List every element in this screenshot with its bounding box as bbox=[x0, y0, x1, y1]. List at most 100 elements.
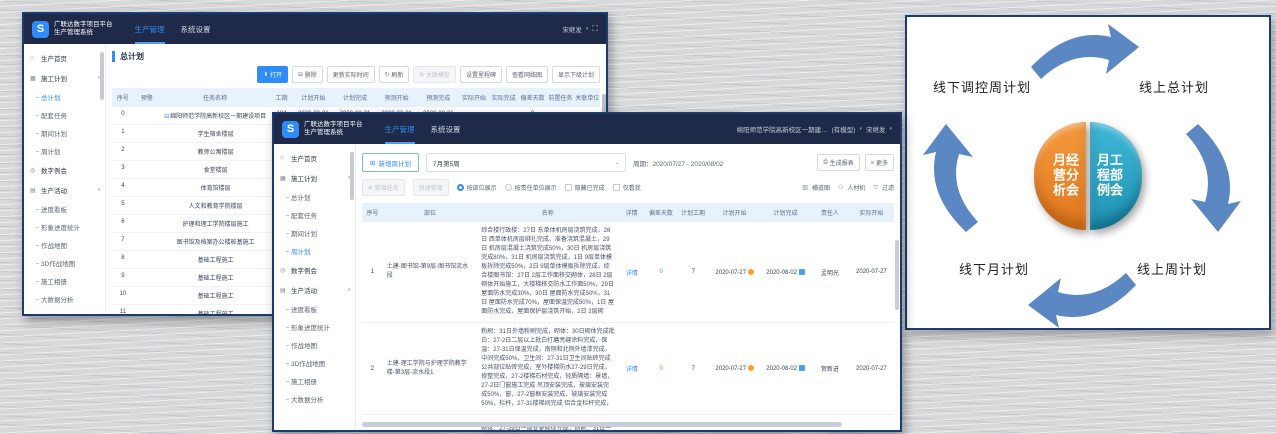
nav-production-tab[interactable]: 生产管理 bbox=[135, 14, 165, 44]
more-button[interactable]: ≡ 更多 bbox=[865, 154, 894, 171]
fullscreen-icon[interactable]: ⛶ bbox=[592, 24, 598, 34]
radio-by-part[interactable]: 按部位展示 bbox=[457, 183, 497, 192]
sidebar-item[interactable]: 总计划 bbox=[274, 188, 355, 206]
plus-icon: ⊕ bbox=[368, 185, 373, 191]
header-user-area: 宋继发 ▾ ⛶ bbox=[562, 24, 598, 34]
sidebar-item[interactable]: ▤ 生产活动 ∧ bbox=[24, 180, 105, 200]
cell-owner: 孟明光 bbox=[811, 264, 849, 281]
sidebar-item[interactable]: 期间计划 bbox=[24, 124, 105, 142]
sidebar-item[interactable]: 3D作战地图 bbox=[24, 254, 105, 272]
sidebar-item[interactable]: 3D作战地图 bbox=[274, 354, 355, 372]
cycle-arrow-right-icon bbox=[1025, 21, 1145, 83]
sidebar-item[interactable]: ▤ 生产活动 ∧ bbox=[274, 280, 355, 300]
expand-icon[interactable]: ⊟ bbox=[164, 114, 169, 120]
generate-report-button[interactable]: ⎙ 生成报表 bbox=[817, 154, 859, 171]
clock-icon bbox=[748, 269, 754, 275]
toolbar-button[interactable]: ↻ 刷新 bbox=[379, 66, 410, 83]
sidebar-item-label: 生产首页 bbox=[41, 53, 67, 63]
radio-by-unit[interactable]: 按责任单位展示 bbox=[505, 183, 557, 192]
sidebar-item-label: 施工计划 bbox=[291, 173, 317, 183]
filter-button[interactable]: ▽过滤 bbox=[873, 183, 894, 192]
sidebar-item[interactable]: 进度看板 bbox=[274, 300, 355, 318]
nav-settings-tab[interactable]: 系统设置 bbox=[431, 114, 461, 144]
toolbar-button[interactable]: 查看网络图 bbox=[506, 66, 548, 83]
app-title: 广联达数字项目平台 生产管理系统 bbox=[304, 121, 363, 137]
sidebar-item[interactable]: 大数据分析 bbox=[24, 290, 105, 308]
sidebar-item[interactable]: ◎ 数字例会 bbox=[24, 160, 105, 180]
gantt-view-button[interactable]: ▥横道图 bbox=[802, 183, 830, 192]
nav-production-tab[interactable]: 生产管理 bbox=[385, 114, 415, 144]
checkbox-icon bbox=[613, 184, 620, 191]
cell-warning bbox=[134, 305, 160, 314]
pie-monthly-engineering-meeting: 月工 程部 例会 bbox=[1090, 122, 1142, 230]
cell-task-description: 综合楼行政楼：27日 东单体机房层浇筑完成，28日 西单体机房层绑扎完成、准备浇… bbox=[477, 223, 618, 321]
button-icon: ⊞ bbox=[419, 72, 424, 78]
cell-warning bbox=[134, 125, 160, 142]
sidebar-item-label: 施工相册 bbox=[291, 376, 317, 386]
nav-settings-tab[interactable]: 系统设置 bbox=[181, 14, 211, 44]
person-icon: ⚇ bbox=[838, 184, 843, 191]
week-select[interactable]: 7月第5周 ⌄ bbox=[426, 153, 626, 172]
sidebar-item[interactable]: ▦ 施工计划 ∧ bbox=[274, 168, 355, 188]
project-selector[interactable]: 绵阳师范学院高新校区一期建… bbox=[737, 124, 828, 134]
column-header: 名称 bbox=[477, 203, 618, 222]
chevron-down-icon: ▾ bbox=[889, 126, 892, 132]
plan-toolbar: ⬆ 打开 ⊟ 删除 更新实际时间 ↻ 刷新 bbox=[112, 66, 600, 83]
sidebar-item[interactable]: ⌂ 生产首页 bbox=[24, 48, 105, 68]
column-header: 部位 bbox=[383, 203, 477, 222]
sidebar: ⌂ 生产首页 ▦ 施工计划 ∧ 总计划 配 bbox=[274, 144, 356, 430]
toolbar-button[interactable]: ⊟ 删除 bbox=[292, 66, 323, 83]
cell-warning bbox=[134, 161, 160, 178]
sidebar-item[interactable]: 施工相册 bbox=[274, 372, 355, 390]
cell-deviation: 0 bbox=[645, 362, 677, 376]
sidebar-item[interactable]: 总计划 bbox=[24, 88, 105, 106]
new-task-button[interactable]: ⊕ 新增任务 bbox=[362, 179, 405, 196]
vertical-scrollbar[interactable] bbox=[895, 240, 899, 310]
sidebar-item[interactable]: 作战地图 bbox=[24, 236, 105, 254]
model-tag: (有模型) bbox=[832, 124, 856, 134]
sidebar-item[interactable]: 施工相册 bbox=[24, 272, 105, 290]
horizontal-scrollbar[interactable] bbox=[362, 422, 842, 427]
toolbar-button[interactable]: 显示下级计划 bbox=[552, 66, 600, 83]
checkbox-only-me[interactable]: 仅看我 bbox=[613, 183, 641, 192]
sidebar-item[interactable]: 形象进度统计 bbox=[24, 218, 105, 236]
sidebar-item[interactable]: 配套任务 bbox=[274, 206, 355, 224]
labor-material-button[interactable]: ⚇人材机 bbox=[838, 183, 865, 192]
user-menu[interactable]: 宋继发 bbox=[866, 124, 886, 134]
sidebar-item[interactable]: 形象进度统计 bbox=[274, 318, 355, 336]
sidebar-item[interactable]: ▦ 施工计划 ∧ bbox=[24, 68, 105, 88]
toolbar-button[interactable]: ⊞ 关联模型 bbox=[413, 66, 456, 83]
toolbar-button[interactable]: 设置里程碑 bbox=[460, 66, 502, 83]
sidebar-item[interactable]: 期间计划 bbox=[274, 224, 355, 242]
sidebar-item[interactable]: 配套任务 bbox=[24, 106, 105, 124]
detail-link[interactable]: 详情 bbox=[619, 360, 645, 377]
checkbox-hide-done[interactable]: 隐藏已完成 bbox=[565, 183, 605, 192]
table-row[interactable]: 1 土建-图书馆-第9层-图书馆流水段 综合楼行政楼：27日 东单体机房层浇筑完… bbox=[362, 222, 894, 323]
sidebar-item[interactable]: ◎ 数字例会 bbox=[274, 260, 355, 280]
toolbar-button[interactable]: ⬆ 打开 bbox=[257, 66, 288, 83]
sidebar-item[interactable]: 作战地图 bbox=[274, 336, 355, 354]
toolbar-button[interactable]: 更新实际时间 bbox=[327, 66, 375, 83]
user-menu[interactable]: 宋继发 bbox=[562, 24, 582, 34]
sidebar-item[interactable]: 进度看板 bbox=[24, 200, 105, 218]
sidebar-item-label: 生产首页 bbox=[291, 153, 317, 163]
table-row[interactable]: 2 土建-理工学院与护理学院教学楼-第3层-流水段1 粉刷：31日外墙粉刷完成，… bbox=[362, 323, 894, 415]
sidebar-item[interactable]: 周计划 bbox=[24, 142, 105, 160]
sidebar-item-label: 施工相册 bbox=[41, 276, 67, 286]
sidebar-item-icon: ▦ bbox=[30, 75, 38, 82]
detail-link[interactable]: 详情 bbox=[619, 264, 645, 281]
label-online-weekly-plan: 线上周计划 bbox=[1137, 259, 1207, 278]
cell-task-name: 基础工程施工 bbox=[160, 305, 271, 314]
sidebar-item[interactable]: ⌂ 生产首页 bbox=[274, 148, 355, 168]
top-nav: 生产管理 系统设置 bbox=[385, 114, 461, 144]
top-nav: 生产管理 系统设置 bbox=[135, 14, 211, 44]
cell-seq: 3 bbox=[112, 161, 134, 178]
sidebar-item-label: 数字例会 bbox=[291, 265, 317, 275]
cell-warning bbox=[134, 251, 160, 268]
sidebar-item-label: 形象进度统计 bbox=[41, 222, 80, 232]
sidebar-item[interactable]: 周计划 bbox=[274, 242, 355, 260]
new-week-plan-button[interactable]: ⊞ 新增周计划 bbox=[362, 153, 419, 172]
sidebar-item[interactable]: 大数据分析 bbox=[274, 390, 355, 408]
radio-icon bbox=[457, 184, 464, 191]
quick-add-button[interactable]: 快速新增 bbox=[413, 179, 449, 196]
